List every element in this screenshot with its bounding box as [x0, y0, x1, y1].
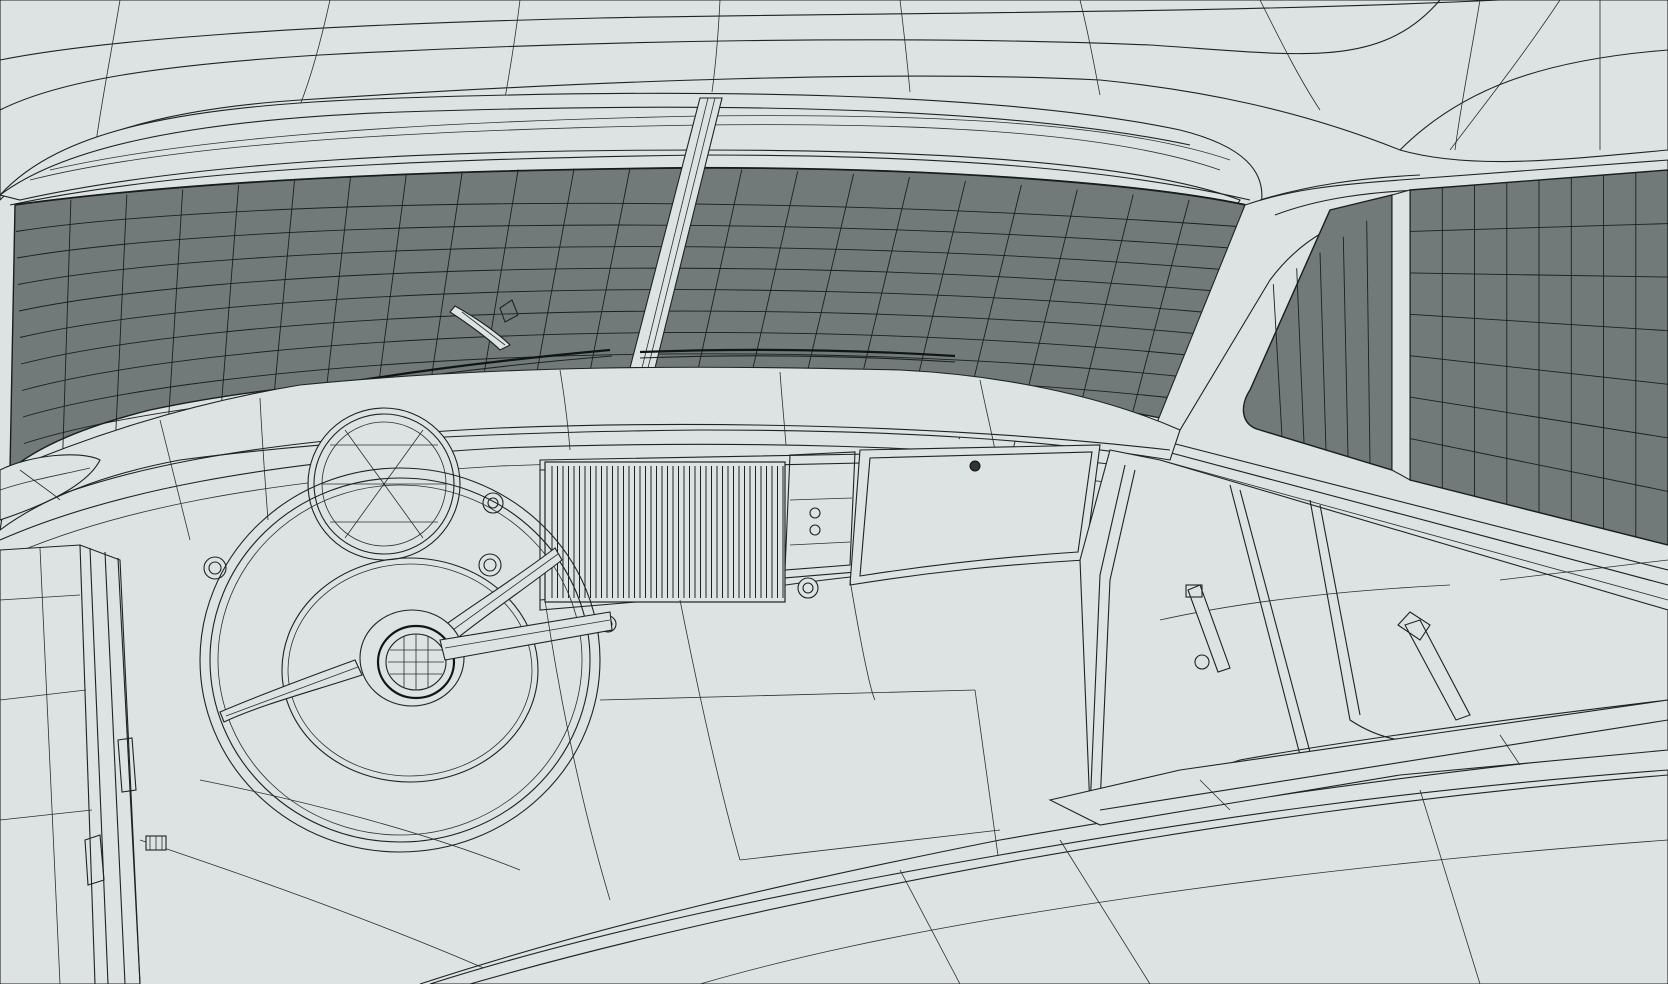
dash-knob-1	[797, 577, 819, 599]
dash-knob-3	[203, 556, 227, 580]
left-cowl	[0, 454, 101, 521]
front-seat	[419, 699, 1668, 984]
glovebox	[849, 444, 1101, 586]
left-door-jamb	[0, 544, 167, 984]
dash-knob-4	[482, 492, 504, 514]
speaker-grille	[544, 461, 786, 603]
dash-knob-2	[478, 553, 502, 577]
door-lock-knob	[145, 835, 167, 851]
viewport-canvas	[0, 0, 1668, 984]
speedometer-icon	[307, 407, 461, 561]
wireframe-scene	[0, 0, 1668, 984]
